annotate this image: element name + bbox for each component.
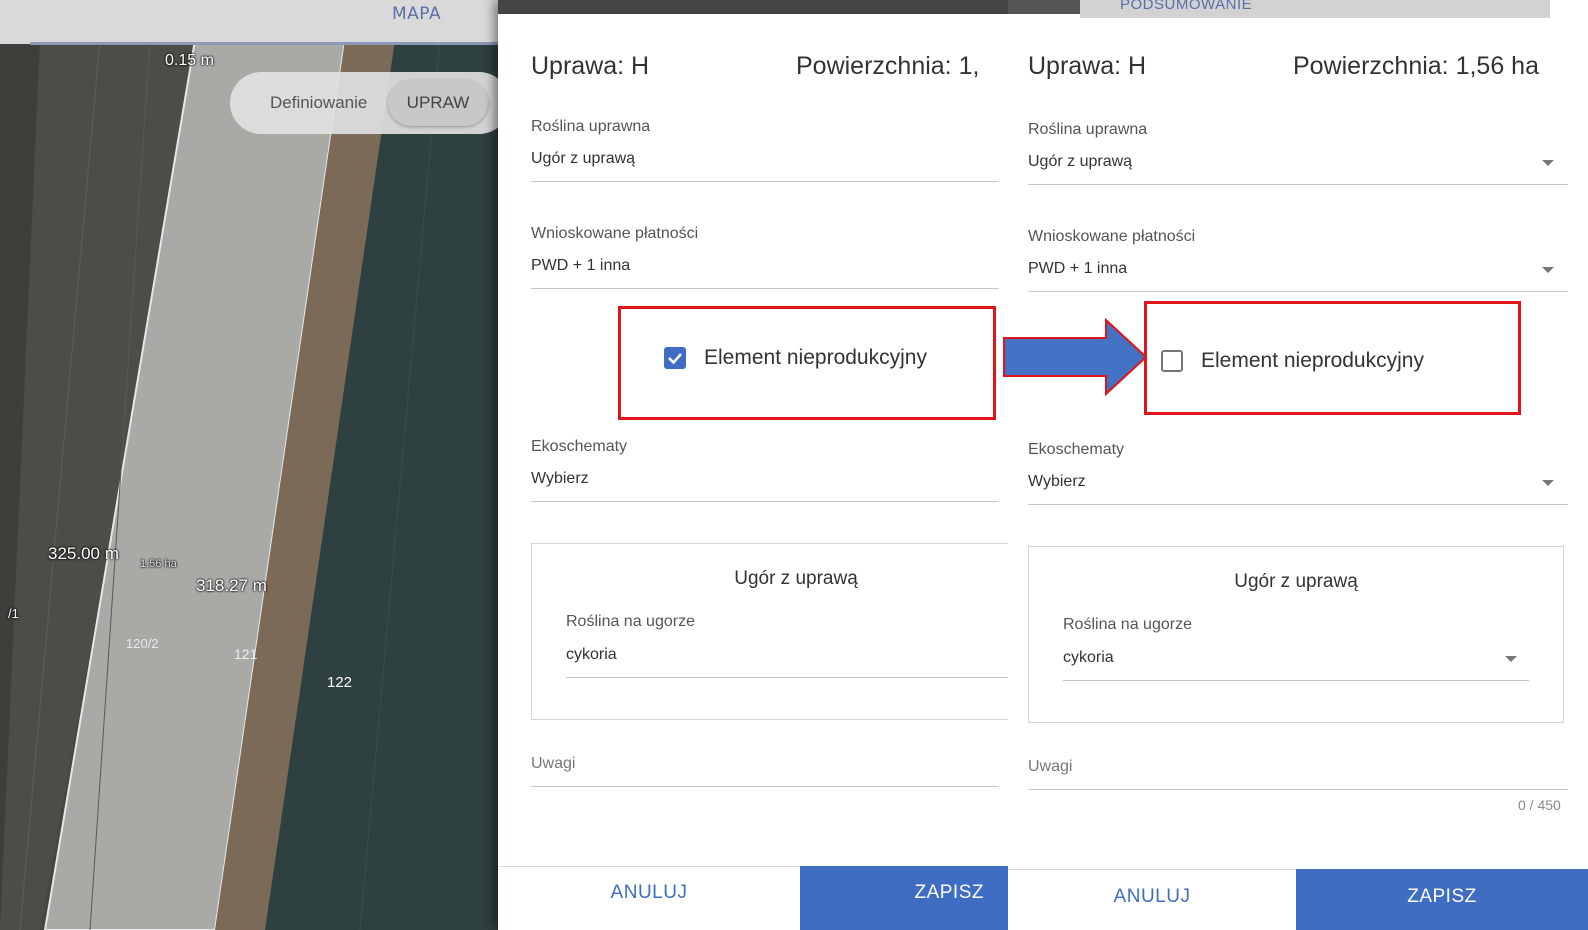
field-underline xyxy=(1028,184,1568,185)
cancel-button[interactable]: ANULUJ xyxy=(1008,869,1296,930)
field-underline xyxy=(1028,504,1568,505)
fallow-card-title: Ugór z uprawą xyxy=(734,568,858,589)
highlight-box xyxy=(1144,301,1521,415)
upraw-button[interactable]: UPRAW xyxy=(388,80,488,126)
fallow-plant-label: Roślina na ugorze xyxy=(566,613,695,630)
arrow-right-icon xyxy=(1003,318,1148,396)
field-underline xyxy=(531,181,999,182)
field-underline xyxy=(531,786,999,787)
crop-heading: Uprawa: H xyxy=(1028,52,1147,80)
define-label: Definiowanie xyxy=(270,93,368,112)
ecoschemes-label: Ekoschematy xyxy=(531,438,628,455)
satellite-map xyxy=(0,0,500,930)
area-label: 1.56 ha xyxy=(140,558,177,570)
field-underline xyxy=(1063,680,1529,681)
ecoschemes-label: Ekoschematy xyxy=(1028,441,1125,458)
notes-field[interactable]: Uwagi xyxy=(531,755,575,773)
parcel-label: 122 xyxy=(327,674,353,691)
plant-select[interactable]: Ugór z uprawą xyxy=(1028,153,1132,171)
field-underline xyxy=(531,501,999,502)
payments-select[interactable]: PWD + 1 inna xyxy=(1028,260,1127,278)
tab-mapa[interactable]: MAPA xyxy=(392,4,441,24)
parcel-label: 120/2 xyxy=(126,636,159,651)
save-button[interactable]: ZAPISZ xyxy=(1296,869,1588,930)
field-underline xyxy=(566,677,1010,678)
chevron-down-icon[interactable] xyxy=(1542,480,1554,486)
crop-dialog-after: PODSUMOWANIE Uprawa: H Powierzchnia: 1,5… xyxy=(1008,0,1588,930)
fallow-plant-select[interactable]: cykoria xyxy=(566,646,617,664)
chevron-down-icon[interactable] xyxy=(1542,267,1554,273)
chevron-down-icon[interactable] xyxy=(1542,160,1554,166)
crop-dialog-before: Uprawa: H Powierzchnia: 1, Roślina upraw… xyxy=(498,0,1011,930)
save-button[interactable]: ZAPISZ xyxy=(800,866,1010,930)
fallow-plant-label: Roślina na ugorze xyxy=(1063,616,1192,633)
crop-heading: Uprawa: H xyxy=(531,52,650,80)
parcel-label: /1 xyxy=(8,606,19,621)
parcel-label: 121 xyxy=(234,646,258,662)
chevron-down-icon[interactable] xyxy=(1505,656,1517,662)
field-underline xyxy=(531,288,999,289)
summary-tab-bar: PODSUMOWANIE xyxy=(1080,0,1550,18)
area-heading: Powierzchnia: 1, xyxy=(796,52,980,80)
cancel-button[interactable]: ANULUJ xyxy=(498,866,800,930)
payments-label: Wnioskowane płatności xyxy=(1028,228,1196,245)
distance-label: 325.00 m xyxy=(48,544,119,563)
notes-counter: 0 / 450 xyxy=(1518,797,1561,813)
highlight-box xyxy=(618,306,996,420)
top-strip xyxy=(1008,0,1080,14)
field-underline xyxy=(1028,291,1568,292)
distance-label: 0.15 m xyxy=(165,52,214,69)
area-heading: Powierzchnia: 1,56 ha xyxy=(1293,52,1539,80)
field-underline xyxy=(1028,789,1568,790)
fallow-plant-select[interactable]: cykoria xyxy=(1063,649,1114,667)
payments-select[interactable]: PWD + 1 inna xyxy=(531,257,630,275)
ecoschemes-select[interactable]: Wybierz xyxy=(1028,473,1086,491)
notes-field[interactable]: Uwagi xyxy=(1028,758,1072,776)
map-view[interactable]: MAPA Definiowanie UPRAW 0.15 m 325.00 m … xyxy=(0,0,500,930)
fallow-card-title: Ugór z uprawą xyxy=(1234,571,1358,592)
plant-label: Roślina uprawna xyxy=(531,118,651,135)
tab-indicator xyxy=(30,42,500,45)
payments-label: Wnioskowane płatności xyxy=(531,225,699,242)
ecoschemes-select[interactable]: Wybierz xyxy=(531,470,589,488)
top-strip xyxy=(498,0,1010,14)
plant-select[interactable]: Ugór z uprawą xyxy=(531,150,635,168)
distance-label: 318.27 m xyxy=(196,576,267,595)
tab-summary[interactable]: PODSUMOWANIE xyxy=(1120,0,1252,13)
plant-label: Roślina uprawna xyxy=(1028,121,1148,138)
